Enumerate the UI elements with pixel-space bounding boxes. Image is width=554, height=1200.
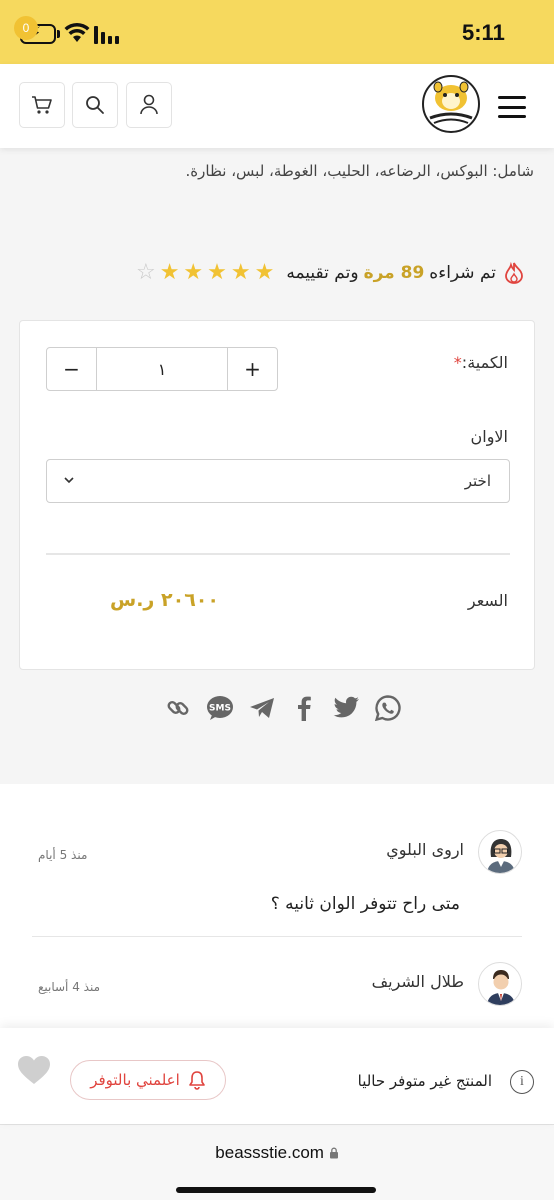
divider — [46, 553, 510, 555]
whatsapp-icon[interactable] — [374, 694, 402, 722]
product-includes-text: شامل: البوكس، الرضاعه، الحليب، الغوطة، ل… — [185, 162, 534, 180]
comment-time: منذ 5 أيام — [38, 848, 88, 862]
info-icon[interactable]: i — [510, 1070, 534, 1094]
account-button[interactable] — [126, 82, 172, 128]
star-icon: ★ — [159, 260, 180, 285]
browser-url-bar[interactable]: beassstie.com — [0, 1124, 554, 1200]
purchase-rating-row: تم شراءه 89 مرة وتم تقييمه ★ ★ ★ ★ ★ ☆ — [136, 262, 524, 284]
rating-stars: ★ ★ ★ ★ ★ ☆ — [136, 262, 274, 284]
quantity-increase-button[interactable]: + — [227, 348, 277, 390]
cart-icon — [32, 96, 52, 114]
color-label: الاوان — [470, 427, 509, 446]
star-outline-icon: ☆ — [135, 260, 156, 285]
quantity-stepper: − ١ + — [46, 347, 278, 391]
star-icon: ★ — [230, 260, 251, 285]
bell-icon — [188, 1071, 205, 1090]
sms-icon[interactable]: SMS — [206, 694, 234, 722]
quantity-input[interactable]: ١ — [97, 348, 227, 390]
cart-count-badge: 0 — [14, 16, 38, 40]
avatar — [478, 830, 522, 874]
battery-tip — [57, 30, 60, 38]
telegram-icon[interactable] — [248, 694, 276, 722]
cart-button[interactable] — [19, 82, 65, 128]
comments-section: اروى البلوي منذ 5 أيام متى راح تتوفر الو… — [0, 784, 554, 1030]
divider — [32, 936, 522, 937]
price-label: السعر — [467, 591, 508, 610]
product-details: شامل: البوكس، الرضاعه، الحليب، الغوطة، ل… — [0, 148, 554, 784]
avatar — [478, 962, 522, 1006]
comment-text: متى راح تتوفر الوان ثانيه ؟ — [270, 894, 460, 914]
purchase-prefix: تم شراءه — [429, 263, 496, 283]
star-icon: ★ — [207, 260, 227, 285]
status-time: 5:11 — [462, 20, 505, 45]
link-icon[interactable] — [164, 694, 192, 722]
home-indicator — [176, 1187, 376, 1193]
color-select[interactable]: اختر — [46, 459, 510, 503]
facebook-icon[interactable] — [290, 694, 318, 722]
comment-author: اروى البلوي — [386, 840, 464, 859]
sticky-availability-bar: اعلمني بالتوفر المنتج غير متوفر حاليا i — [0, 1028, 554, 1124]
price-value: ٢٠٦٠٠ ر.س — [110, 589, 219, 611]
search-icon — [86, 96, 104, 114]
wifi-icon — [64, 22, 90, 42]
rating-suffix: وتم تقييمه — [286, 263, 359, 283]
required-mark: * — [453, 353, 462, 372]
hamburger-menu-button[interactable] — [498, 96, 526, 118]
share-row: SMS — [164, 694, 402, 722]
comment-author: طلال الشريف — [371, 972, 464, 991]
comment-time: منذ 4 أسابيع — [38, 980, 101, 994]
star-icon: ★ — [254, 260, 275, 285]
notify-button-label: اعلمني بالتوفر — [90, 1071, 180, 1089]
url-text: beassstie.com — [0, 1143, 554, 1163]
status-bar: ⚡ 5:11 — [0, 0, 554, 64]
user-icon — [140, 94, 158, 115]
color-select-value: اختر — [464, 472, 491, 490]
notify-when-available-button[interactable]: اعلمني بالتوفر — [70, 1060, 226, 1100]
purchase-rating-text: تم شراءه 89 مرة وتم تقييمه — [286, 263, 496, 283]
wishlist-heart-icon[interactable] — [16, 1054, 52, 1086]
unavailable-text: المنتج غير متوفر حاليا — [357, 1072, 492, 1090]
sms-text: SMS — [209, 704, 231, 714]
search-button[interactable] — [72, 82, 118, 128]
product-options-card: الكمية:* − ١ + الاوان اختر السعر ٢٠٦٠٠ ر… — [19, 320, 535, 670]
twitter-icon[interactable] — [332, 694, 360, 722]
star-icon: ★ — [183, 260, 204, 285]
quantity-label: الكمية:* — [453, 353, 508, 372]
chevron-down-icon — [64, 477, 74, 484]
store-logo[interactable] — [418, 72, 484, 134]
purchase-count: 89 مرة — [363, 263, 425, 283]
signal-icon — [94, 24, 119, 44]
lock-icon — [329, 1147, 338, 1159]
fire-icon — [505, 262, 523, 284]
quantity-decrease-button[interactable]: − — [47, 348, 97, 390]
